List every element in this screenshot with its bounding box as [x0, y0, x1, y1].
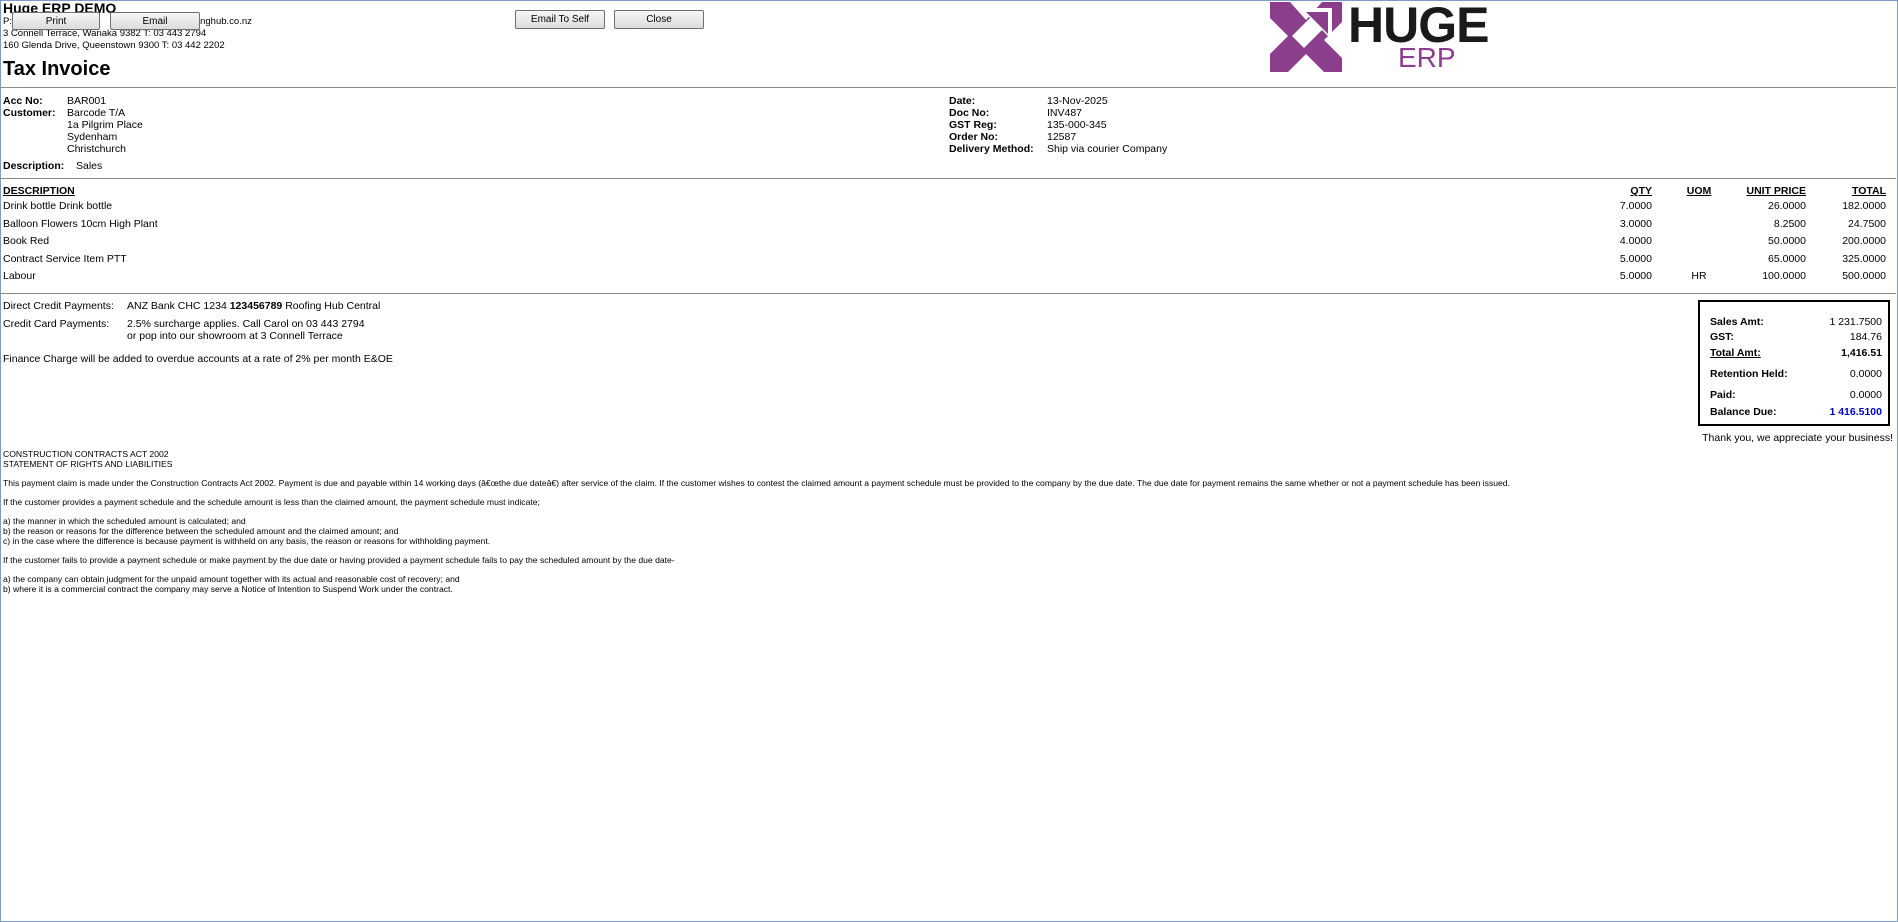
gst-label: GST: — [1710, 331, 1734, 343]
print-button[interactable]: Print — [12, 12, 100, 30]
row-qty: 4.0000 — [1619, 235, 1652, 247]
row-qty: 3.0000 — [1619, 218, 1652, 230]
col-header-unit-price: UNIT PRICE — [1746, 185, 1806, 197]
col-header-qty: QTY — [1630, 185, 1652, 197]
sales-amt-label: Sales Amt: — [1710, 316, 1764, 328]
delivery-method-value: Ship via courier Company — [1047, 143, 1168, 155]
gst-value: 184.76 — [1849, 331, 1882, 343]
header-divider — [0, 87, 1896, 88]
col-header-uom: UOM — [1686, 185, 1712, 197]
legal-item-b: b) the reason or reasons for the differe… — [3, 526, 399, 536]
acc-no-label: Acc No: — [3, 95, 43, 107]
description-value: Sales — [76, 160, 103, 172]
logo-word-erp: ERP — [1398, 42, 1456, 73]
date-label: Date: — [949, 95, 976, 107]
order-no-label: Order No: — [949, 131, 999, 143]
row-description: Labour — [3, 270, 36, 282]
row-total: 200.0000 — [1842, 235, 1886, 247]
customer-line-4: Christchurch — [67, 143, 126, 155]
legal-heading-act: CONSTRUCTION CONTRACTS ACT 2002 — [3, 449, 169, 459]
email-button[interactable]: Email — [110, 12, 200, 30]
balance-due-value: 1 416.5100 — [1829, 406, 1882, 418]
paid-value: 0.0000 — [1849, 389, 1882, 401]
customer-line-2: 1a Pilgrim Place — [67, 119, 143, 131]
finance-charge-note: Finance Charge will be added to overdue … — [3, 353, 393, 365]
delivery-method-label: Delivery Method: — [949, 143, 1034, 155]
row-description: Contract Service Item PTT — [3, 253, 127, 265]
row-qty: 7.0000 — [1619, 200, 1652, 212]
total-amt-value: 1,416.51 — [1841, 347, 1882, 359]
customer-label: Customer: — [3, 107, 56, 119]
direct-credit-bank: ANZ Bank CHC 1234 — [127, 300, 230, 312]
document-title: Tax Invoice — [3, 58, 111, 80]
company-contact-prefix: P: — [3, 16, 12, 27]
sales-amt-value: 1 231.7500 — [1829, 316, 1882, 328]
company-contact-line: P: — [3, 16, 12, 27]
credit-card-line-2: or pop into our showroom at 3 Connell Te… — [127, 330, 343, 342]
col-header-total: TOTAL — [1851, 185, 1886, 197]
order-no-value: 12587 — [1047, 131, 1077, 143]
date-value: 13-Nov-2025 — [1047, 95, 1108, 107]
doc-no-value: INV487 — [1047, 107, 1083, 119]
row-qty: 5.0000 — [1619, 253, 1652, 265]
acc-no-value: BAR001 — [67, 95, 107, 107]
legal-consequence-a: a) the company can obtain judgment for t… — [3, 574, 460, 584]
col-header-description: DESCRIPTION — [3, 185, 75, 197]
row-total: 500.0000 — [1842, 270, 1886, 282]
legal-heading-statement: STATEMENT OF RIGHTS AND LIABILITIES — [3, 459, 173, 469]
row-total: 24.7500 — [1848, 218, 1886, 230]
credit-card-line-1: 2.5% surcharge applies. Call Carol on 03… — [127, 318, 365, 330]
row-unit-price: 8.2500 — [1773, 218, 1806, 230]
direct-credit-label: Direct Credit Payments: — [3, 300, 114, 312]
items-divider — [0, 293, 1896, 294]
gst-reg-label: GST Reg: — [949, 119, 997, 131]
paid-label: Paid: — [1710, 389, 1736, 401]
row-qty: 5.0000 — [1619, 270, 1652, 282]
balance-due-label: Balance Due: — [1710, 406, 1777, 418]
company-address-queenstown: 160 Glenda Drive, Queenstown 9300 T: 03 … — [3, 40, 225, 51]
direct-credit-details: ANZ Bank CHC 1234 123456789 Roofing Hub … — [127, 300, 380, 312]
close-button[interactable]: Close — [614, 10, 704, 29]
huge-erp-logo: HUGE ERP — [1270, 0, 1510, 73]
row-description: Drink bottle Drink bottle — [3, 200, 113, 212]
row-total: 182.0000 — [1842, 200, 1886, 212]
legal-item-c: c) in the case where the difference is b… — [3, 536, 491, 546]
legal-paragraph-schedule: If the customer provides a payment sched… — [3, 497, 540, 507]
company-email: inghub.co.nz — [198, 16, 252, 27]
legal-item-a: a) the manner in which the scheduled amo… — [3, 516, 246, 526]
row-unit-price: 65.0000 — [1768, 253, 1806, 265]
row-unit-price: 26.0000 — [1768, 200, 1806, 212]
legal-paragraph-claim: This payment claim is made under the Con… — [3, 478, 1510, 488]
direct-credit-account: 123456789 — [229, 300, 283, 312]
retention-held-value: 0.0000 — [1849, 368, 1882, 380]
customer-line-3: Sydenham — [67, 131, 118, 143]
thank-you-message: Thank you, we appreciate your business! — [1702, 432, 1893, 444]
description-label: Description: — [3, 160, 65, 172]
email-to-self-button[interactable]: Email To Self — [515, 10, 605, 29]
totals-box: Sales Amt: 1 231.7500 GST: 184.76 Total … — [1698, 300, 1890, 426]
total-amt-label: Total Amt: — [1710, 347, 1761, 359]
gst-reg-value: 135-000-345 — [1047, 119, 1107, 131]
direct-credit-branch: Roofing Hub Central — [282, 300, 381, 312]
legal-paragraph-failure: If the customer fails to provide a payme… — [3, 555, 675, 565]
credit-card-label: Credit Card Payments: — [3, 318, 110, 330]
doc-no-label: Doc No: — [949, 107, 990, 119]
details-divider — [0, 178, 1896, 179]
legal-consequence-b: b) where it is a commercial contract the… — [3, 584, 453, 594]
retention-held-label: Retention Held: — [1710, 368, 1788, 380]
row-total: 325.0000 — [1842, 253, 1886, 265]
row-description: Book Red — [3, 235, 50, 247]
customer-line-1: Barcode T/A — [67, 107, 126, 119]
row-uom: HR — [1691, 270, 1707, 282]
row-unit-price: 100.0000 — [1762, 270, 1806, 282]
row-unit-price: 50.0000 — [1768, 235, 1806, 247]
row-description: Balloon Flowers 10cm High Plant — [3, 218, 158, 230]
logo-mark-icon — [1270, 2, 1342, 72]
